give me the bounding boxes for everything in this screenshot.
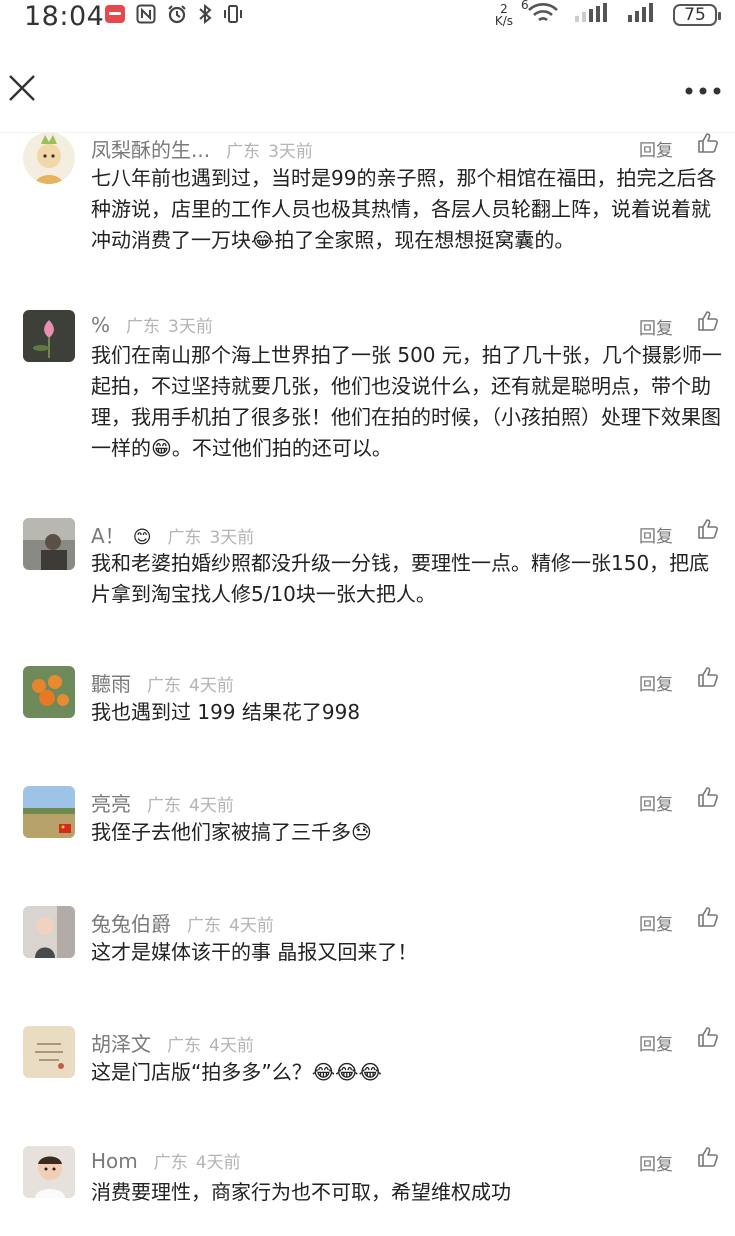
comment-time: 4天前 [189,676,234,696]
header-divider [0,132,735,133]
reply-button[interactable]: 回复 [639,1150,673,1175]
comment-location: 广东 [147,796,181,816]
avatar[interactable] [23,786,75,838]
comment-nickname[interactable]: 聽雨 [91,668,131,697]
reply-button[interactable]: 回复 [639,136,673,161]
alarm-icon [166,4,188,28]
reply-button[interactable]: 回复 [639,910,673,935]
network-speed: 2 K/s [495,3,513,27]
comment-time: 3天前 [209,528,255,548]
thumbs-up-icon[interactable] [697,518,719,540]
comment-text: 我侄子去他们家被搞了三千多😓 [91,820,372,844]
avatar[interactable] [23,1026,75,1078]
comment-time: 4天前 [209,1036,254,1056]
comment-text: 七八年前也遇到过，当时是99的亲子照，那个相馆在福田，拍完之后各种游说，店里的工… [91,166,717,252]
comment-nickname[interactable]: 亮亮 [91,788,131,817]
avatar[interactable] [23,666,75,718]
status-right-icons: 2 K/s 6 75 [495,0,721,28]
cellular-signal-2-icon [627,2,659,28]
avatar[interactable] [23,132,75,184]
comment-location: 广东 [226,142,261,162]
comment-location: 广东 [167,1036,201,1056]
comment-time: 3天前 [168,317,213,337]
comment-meta: 亮亮 广东 4天前 [91,788,234,817]
comment-time: 4天前 [189,796,234,816]
comment-meta: % 广东 3天前 [91,312,213,337]
comment-nickname[interactable]: 凤梨酥的生... [91,134,210,163]
cellular-signal-1-icon [573,2,613,28]
comment-text: 这是门店版“拍多多”么？😂😂😂 [91,1060,382,1084]
thumbs-up-icon[interactable] [697,906,719,928]
more-options-icon [685,87,721,95]
avatar[interactable] [23,518,75,570]
status-bar: 18:04 2 K/s 6 75 [0,0,735,36]
comment-time: 3天前 [268,142,313,162]
comment-nickname[interactable]: A！ [91,520,125,549]
wifi-icon: 6 [521,0,559,28]
thumbs-up-icon[interactable] [697,1026,719,1048]
network-speed-unit: K/s [494,14,513,28]
vibrate-icon [222,4,244,28]
avatar[interactable] [23,310,75,362]
comment-nickname[interactable]: 兔兔伯爵 [91,908,171,937]
thumbs-up-icon[interactable] [697,1146,719,1168]
comment-time: 4天前 [229,916,274,936]
battery-indicator: 75 [673,4,721,26]
comment-meta: Hom 广东 4天前 [91,1148,241,1173]
comment-meta: 兔兔伯爵 广东 4天前 [91,908,274,937]
thumbs-up-icon[interactable] [697,310,719,332]
comment-location: 广东 [126,317,161,337]
comment-nickname[interactable]: 胡泽文 [91,1028,151,1057]
avatar[interactable] [23,1146,75,1198]
thumbs-up-icon[interactable] [697,666,719,688]
comment-nickname[interactable]: Hom [91,1149,138,1173]
reply-button[interactable]: 回复 [639,670,673,695]
status-time: 18:04 [24,1,105,32]
top-bar [0,60,735,124]
bluetooth-icon [198,3,212,28]
thumbs-up-icon[interactable] [697,786,719,808]
comment-meta: 胡泽文 广东 4天前 [91,1028,254,1057]
comment-location: 广东 [167,528,202,548]
comment-text: 我和老婆拍婚纱照都没升级一分钱，要理性一点。精修一张150，把底片拿到淘宝找人修… [91,551,710,606]
comment-location: 广东 [147,676,181,696]
reply-button[interactable]: 回复 [639,1030,673,1055]
comment-location: 广东 [153,1153,188,1173]
avatar[interactable] [23,906,75,958]
comment-text: 我也遇到过 199 结果花了998 [91,700,361,724]
thumbs-up-icon[interactable] [697,132,719,154]
status-left-icons [104,3,244,28]
signal-label: 6 [521,0,529,12]
reply-button[interactable]: 回复 [639,790,673,815]
app-notification-icon [104,4,126,28]
comment-location: 广东 [187,916,221,936]
close-icon [9,75,35,101]
reply-button[interactable]: 回复 [639,314,673,339]
smile-emoji: 😊 [132,527,152,548]
close-button[interactable] [6,72,38,104]
reply-button[interactable]: 回复 [639,522,673,547]
comment-time: 4天前 [195,1153,241,1173]
comment-text: 这才是媒体该干的事 晶报又回来了！ [91,940,418,964]
comment-meta: 凤梨酥的生... 广东 3天前 [91,134,313,163]
comment-meta: 聽雨 广东 4天前 [91,668,234,697]
more-button[interactable] [683,82,723,95]
nfc-icon [136,4,156,28]
comment-text: 我们在南山那个海上世界拍了一张 500 元，拍了几十张，几个摄影师一起拍，不过坚… [91,343,722,460]
comment-meta: A！ 😊 广东 3天前 [91,520,254,549]
comment-nickname[interactable]: % [91,313,110,337]
comment-text: 消费要理性，商家行为也不可取，希望维权成功 [91,1180,511,1204]
